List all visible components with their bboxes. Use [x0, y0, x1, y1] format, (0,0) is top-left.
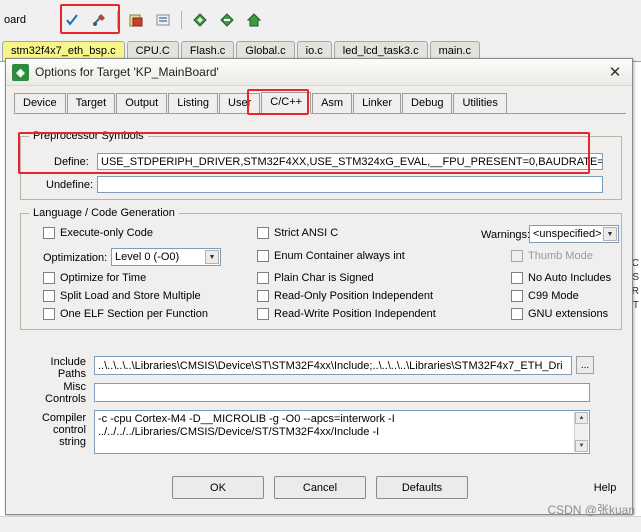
- include-paths-browse-button[interactable]: ...: [576, 356, 594, 374]
- tab-target[interactable]: Target: [66, 93, 116, 114]
- checkbox-icon: [43, 272, 55, 284]
- misc-controls-label-line2: Controls: [45, 393, 86, 405]
- checkbox-icon: [43, 308, 55, 320]
- preprocessor-highlight-box: [18, 132, 590, 174]
- checkbox-icon: [257, 272, 269, 284]
- misc-controls-label-line1: Misc: [63, 381, 86, 393]
- check-execute-only-code[interactable]: Execute-only Code: [43, 227, 153, 239]
- check-label: Read-Only Position Independent: [274, 290, 433, 302]
- check-split-load-store[interactable]: Split Load and Store Multiple: [43, 290, 201, 302]
- cancel-button[interactable]: Cancel: [274, 476, 366, 499]
- include-paths-label-line2: Paths: [57, 368, 86, 380]
- warnings-select[interactable]: <unspecified> ▼: [529, 225, 619, 243]
- tab-asm[interactable]: Asm: [312, 93, 353, 114]
- dialog-title-bar: ◈ Options for Target 'KP_MainBoard' ✕: [6, 59, 632, 86]
- checkbox-icon: [43, 227, 55, 239]
- optimization-value: Level 0 (-O0): [115, 251, 180, 263]
- check-label: Split Load and Store Multiple: [60, 290, 201, 302]
- check-label: C99 Mode: [528, 290, 579, 302]
- dialog-tab-strip: Device Target Output Listing User C/C++ …: [14, 92, 626, 114]
- warnings-label: Warnings:: [481, 229, 531, 241]
- checkbox-icon: [257, 227, 269, 239]
- check-read-only-position-independent[interactable]: Read-Only Position Independent: [257, 290, 433, 302]
- tab-linker[interactable]: Linker: [353, 93, 402, 114]
- options-dialog: ◈ Options for Target 'KP_MainBoard' ✕ De…: [5, 58, 633, 515]
- home-icon[interactable]: [242, 8, 266, 32]
- compiler-control-line1: -c -cpu Cortex-M4 -D__MICROLIB -g -O0 --…: [98, 413, 395, 425]
- check-thumb-mode: Thumb Mode: [511, 250, 593, 262]
- check-label: Enum Container always int: [274, 250, 405, 262]
- undefine-input[interactable]: [97, 176, 603, 193]
- dialog-title: Options for Target 'KP_MainBoard': [35, 65, 219, 79]
- optimization-label: Optimization:: [43, 252, 108, 264]
- close-icon[interactable]: ✕: [606, 63, 624, 81]
- defaults-button[interactable]: Defaults: [376, 476, 468, 499]
- ok-button[interactable]: OK: [172, 476, 264, 499]
- check-label: No Auto Includes: [528, 272, 612, 284]
- c-cpp-tab-highlight-box: [247, 89, 309, 115]
- tab-output[interactable]: Output: [116, 93, 168, 114]
- compiler-control-scrollbar[interactable]: ▲ ▼: [574, 412, 588, 452]
- check-label: One ELF Section per Function: [60, 308, 208, 320]
- check-one-elf-section[interactable]: One ELF Section per Function: [43, 308, 208, 320]
- check-optimize-for-time[interactable]: Optimize for Time: [43, 272, 146, 284]
- language-legend: Language / Code Generation: [29, 207, 179, 219]
- check-label: Execute-only Code: [60, 227, 153, 239]
- checkbox-icon: [257, 290, 269, 302]
- tab-listing[interactable]: Listing: [168, 93, 219, 114]
- help-button[interactable]: Help: [582, 476, 628, 499]
- check-label: Optimize for Time: [60, 272, 147, 284]
- check-label: Read-Write Position Independent: [274, 308, 436, 320]
- target-options-icon[interactable]: [124, 8, 148, 32]
- check-label: Strict ANSI C: [274, 227, 339, 239]
- batch-build-icon[interactable]: [188, 8, 212, 32]
- check-label: Thumb Mode: [528, 250, 593, 262]
- scroll-up-icon[interactable]: ▲: [575, 412, 588, 424]
- checkbox-icon: [511, 272, 523, 284]
- check-plain-char-signed[interactable]: Plain Char is Signed: [257, 272, 374, 284]
- scroll-down-icon[interactable]: ▼: [575, 440, 588, 452]
- compiler-control-line2: ../../../../Libraries/CMSIS/Device/ST/ST…: [98, 426, 380, 438]
- check-label: GNU extensions: [528, 308, 609, 320]
- chevron-down-icon[interactable]: ▼: [603, 227, 617, 241]
- tab-device[interactable]: Device: [14, 93, 66, 114]
- dialog-icon: ◈: [12, 63, 29, 81]
- compiler-control-label-line1: Compiler: [41, 412, 86, 424]
- optimization-select[interactable]: Level 0 (-O0) ▼: [111, 248, 221, 266]
- compiler-control-label-line3: string: [59, 436, 86, 448]
- status-bar: [0, 516, 641, 532]
- check-strict-ansi-c[interactable]: Strict ANSI C: [257, 227, 338, 239]
- checkbox-icon: [43, 290, 55, 302]
- compiler-control-label-line2: control: [52, 424, 86, 436]
- checkbox-icon: [511, 290, 523, 302]
- manage-project-icon[interactable]: [151, 8, 175, 32]
- tab-debug[interactable]: Debug: [402, 93, 453, 114]
- check-no-auto-includes[interactable]: No Auto Includes: [511, 272, 611, 284]
- tabstrip-underline: [14, 113, 626, 114]
- toolbar-highlight-box: [60, 4, 120, 34]
- ide-left-label: oard: [4, 14, 27, 26]
- include-paths-input[interactable]: ..\..\..\..\Libraries\CMSIS\Device\ST\ST…: [94, 356, 572, 375]
- misc-controls-input[interactable]: [94, 383, 590, 402]
- include-paths-label-line1: Include: [50, 356, 86, 368]
- check-label: Plain Char is Signed: [274, 272, 374, 284]
- toolbar-separator-2: [181, 11, 182, 29]
- check-enum-container-int[interactable]: Enum Container always int: [257, 250, 405, 262]
- tab-utilities[interactable]: Utilities: [453, 93, 507, 114]
- undefine-label: Undefine:: [46, 179, 94, 191]
- checkbox-icon: [511, 250, 523, 262]
- language-codegen-group: Language / Code Generation Execute-only …: [20, 207, 622, 330]
- ide-right-text-3: T: [632, 300, 639, 311]
- checkbox-icon: [511, 308, 523, 320]
- checkbox-icon: [257, 250, 269, 262]
- package-installer-icon[interactable]: [215, 8, 239, 32]
- checkbox-icon: [257, 308, 269, 320]
- ide-right-text-1: S: [632, 272, 639, 283]
- check-read-write-position-independent[interactable]: Read-Write Position Independent: [257, 308, 436, 320]
- compiler-control-textarea[interactable]: -c -cpu Cortex-M4 -D__MICROLIB -g -O0 --…: [94, 410, 590, 454]
- check-gnu-extensions[interactable]: GNU extensions: [511, 308, 608, 320]
- chevron-down-icon[interactable]: ▼: [205, 250, 219, 264]
- warnings-value: <unspecified>: [533, 228, 602, 240]
- check-c99-mode[interactable]: C99 Mode: [511, 290, 579, 302]
